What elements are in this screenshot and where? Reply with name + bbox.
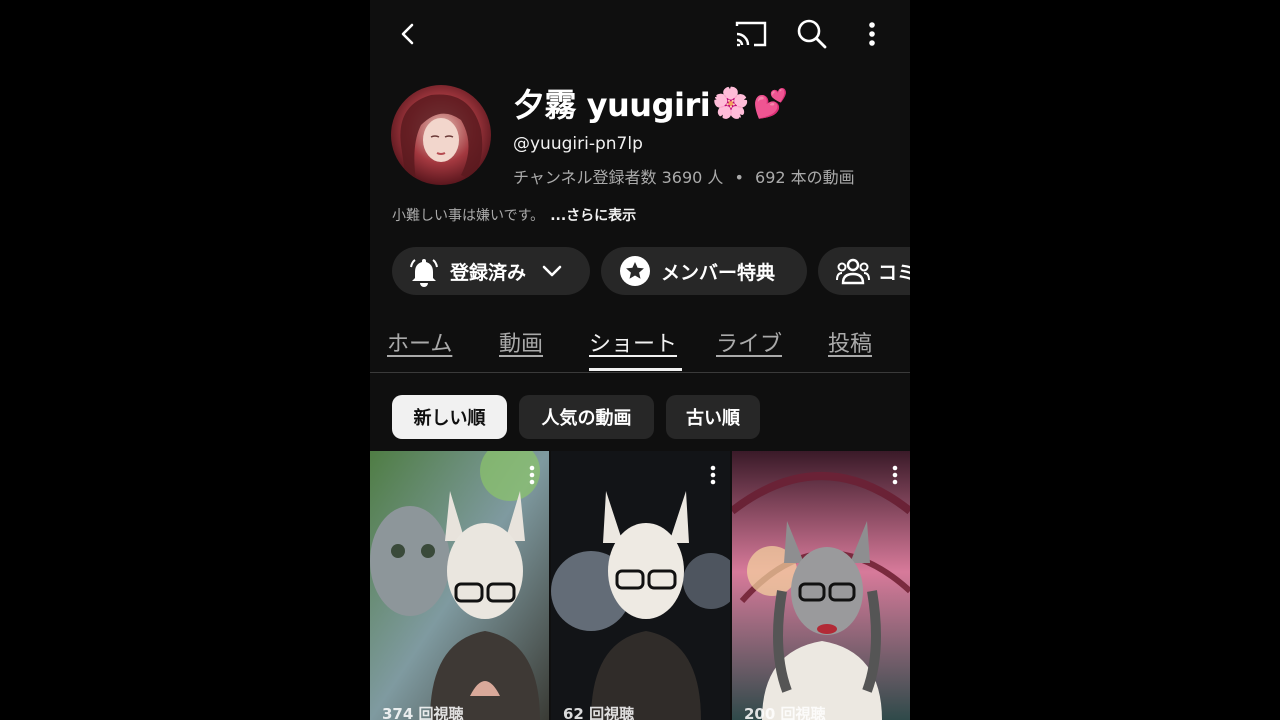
more-vert-icon[interactable] <box>528 465 536 485</box>
tab-posts[interactable]: 投稿 <box>828 326 872 358</box>
back-arrow-icon[interactable] <box>388 14 428 54</box>
more-vert-icon[interactable] <box>852 14 892 54</box>
chip-oldest[interactable]: 古い順 <box>666 395 760 439</box>
chip-popular[interactable]: 人気の動画 <box>519 395 654 439</box>
show-more-link[interactable]: ...さらに表示 <box>550 208 636 224</box>
people-icon <box>836 258 870 285</box>
video-count: 692 本の動画 <box>755 168 855 187</box>
cherry-blossom-icon: 🌸 <box>712 85 750 121</box>
tab-live[interactable]: ライブ <box>716 326 782 358</box>
two-hearts-icon: 💕 <box>753 86 788 120</box>
channel-handle: @yuugiri-pn7lp <box>513 134 643 154</box>
community-button[interactable]: コミ <box>818 247 910 295</box>
view-count: 374 回視聴 <box>382 705 464 720</box>
subscribed-button[interactable]: 登録済み <box>392 247 590 295</box>
subscriber-count: チャンネル登録者数 3690 人 <box>513 168 724 187</box>
short-thumbnail[interactable]: 200 回視聴 <box>732 451 910 720</box>
channel-title: 夕霧 yuugiri 🌸 💕 <box>513 80 788 126</box>
short-thumbnail[interactable]: 62 回視聴 <box>551 451 730 720</box>
short-thumbnail[interactable]: 374 回視聴 <box>370 451 549 720</box>
community-label: コミ <box>878 261 910 284</box>
subscribed-label: 登録済み <box>450 261 527 284</box>
chevron-down-icon <box>542 265 562 277</box>
description-text: 小難しい事は嫌いです。 <box>392 208 545 224</box>
view-count: 62 回視聴 <box>563 705 635 720</box>
tab-shorts[interactable]: ショート <box>589 326 677 358</box>
stats-separator: • <box>734 168 744 187</box>
membership-label: メンバー特典 <box>661 261 776 284</box>
search-icon[interactable] <box>791 13 833 55</box>
youtube-channel-screen: 夕霧 yuugiri 🌸 💕 @yuugiri-pn7lp チャンネル登録者数 … <box>370 0 910 720</box>
active-tab-indicator <box>589 368 682 371</box>
tab-divider <box>370 372 910 373</box>
star-badge-icon <box>620 256 650 286</box>
more-vert-icon[interactable] <box>709 465 717 485</box>
tab-home[interactable]: ホーム <box>387 326 452 358</box>
channel-name: 夕霧 yuugiri <box>513 86 711 124</box>
tab-videos[interactable]: 動画 <box>499 326 543 358</box>
view-count: 200 回視聴 <box>744 705 826 720</box>
bell-icon <box>410 259 438 287</box>
more-vert-icon[interactable] <box>891 465 899 485</box>
channel-stats: チャンネル登録者数 3690 人 • 692 本の動画 <box>513 164 855 188</box>
chip-newest[interactable]: 新しい順 <box>392 395 507 439</box>
channel-description[interactable]: 小難しい事は嫌いです。 ...さらに表示 <box>392 205 636 225</box>
cast-icon[interactable] <box>730 14 772 54</box>
membership-button[interactable]: メンバー特典 <box>601 247 807 295</box>
avatar[interactable] <box>391 85 491 185</box>
